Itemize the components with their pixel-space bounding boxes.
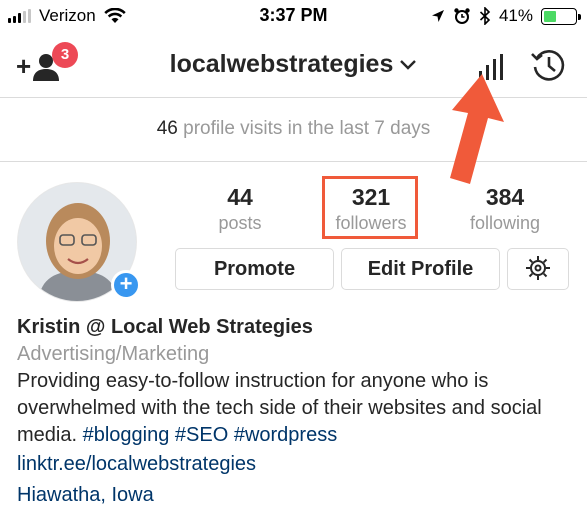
status-right: 41%	[431, 6, 581, 26]
alarm-icon	[454, 8, 470, 24]
hashtag-link[interactable]: #blogging	[83, 424, 170, 446]
posts-stat[interactable]: 44 posts	[185, 184, 295, 234]
posts-count: 44	[227, 184, 253, 210]
bluetooth-icon	[479, 7, 491, 25]
settings-button[interactable]	[507, 248, 569, 290]
profile-bio: Kristin @ Local Web Strategies Advertisi…	[17, 314, 577, 509]
following-label: following	[469, 213, 541, 233]
following-stat[interactable]: 384 following	[450, 184, 560, 234]
category-label: Advertising/Marketing	[17, 343, 210, 365]
hashtag-link[interactable]: #SEO	[175, 424, 228, 446]
website-link[interactable]: linktr.ee/localwebstrategies	[17, 451, 577, 478]
posts-label: posts	[218, 213, 262, 233]
add-story-button[interactable]: +	[111, 270, 141, 300]
annotation-arrow	[450, 74, 504, 184]
battery-icon	[541, 7, 581, 25]
visits-label: profile visits in the last 7 days	[177, 118, 431, 139]
status-bar: Verizon 3:37 PM 41%	[0, 0, 587, 32]
followers-highlight	[322, 176, 418, 239]
display-name: Kristin @ Local Web Strategies	[17, 316, 313, 338]
edit-profile-button[interactable]: Edit Profile	[341, 248, 500, 290]
username-label: localwebstrategies	[169, 50, 394, 78]
battery-percent: 41%	[498, 6, 533, 25]
chevron-down-icon	[400, 60, 417, 71]
history-icon[interactable]	[530, 47, 566, 83]
bio-text: Providing easy-to-follow instruction for…	[17, 368, 577, 449]
visits-count: 46	[156, 118, 178, 139]
hashtag-link[interactable]: #wordpress	[234, 424, 337, 446]
promote-button[interactable]: Promote	[175, 248, 334, 290]
location-arrow-icon	[431, 10, 444, 22]
gear-icon	[526, 256, 550, 281]
battery-level	[544, 10, 557, 22]
plus-icon: +	[119, 271, 133, 296]
following-count: 384	[485, 184, 525, 210]
location-link[interactable]: Hiawatha, Iowa	[17, 482, 577, 509]
